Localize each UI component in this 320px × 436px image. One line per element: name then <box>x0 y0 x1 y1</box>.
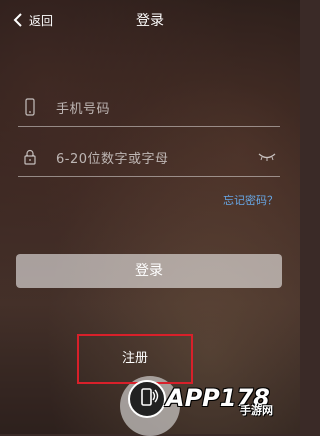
password-input[interactable] <box>54 145 248 173</box>
app178-watermark: APP178 手游网 <box>128 378 298 430</box>
password-field <box>18 142 280 177</box>
phone-icon <box>25 98 35 116</box>
watermark-logo-icon <box>128 380 166 418</box>
forgot-password-link[interactable]: 忘记密码？ <box>223 192 278 208</box>
register-button[interactable]: 注册 <box>77 334 193 384</box>
lock-icon <box>24 149 36 165</box>
navigation-bar: 返回 登录 <box>0 0 300 40</box>
eye-closed-icon[interactable] <box>258 152 276 162</box>
phone-input[interactable] <box>54 95 248 123</box>
phone-field <box>18 92 280 127</box>
page-title: 登录 <box>136 13 164 29</box>
login-button[interactable]: 登录 <box>16 254 282 288</box>
watermark-subtext: 手游网 <box>240 404 273 417</box>
